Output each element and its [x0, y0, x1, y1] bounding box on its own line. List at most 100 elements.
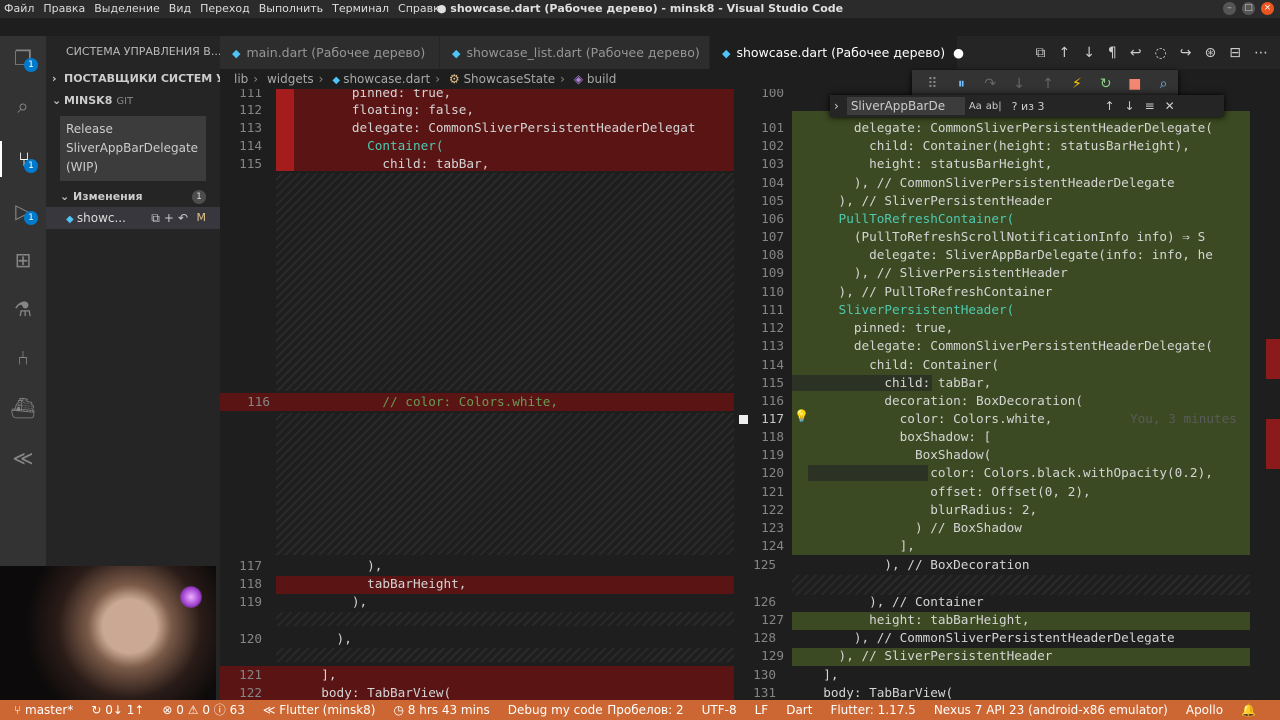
line-number: 109 [761, 265, 784, 280]
debug-badge: 1 [24, 211, 38, 225]
purple-light [180, 586, 202, 608]
line-number: 121 [239, 667, 262, 682]
docker-icon[interactable]: ⛴ [0, 390, 46, 426]
chevron-right-icon[interactable]: › [834, 99, 839, 113]
unstage-icon[interactable]: ↪ [1180, 45, 1192, 61]
providers-section[interactable]: ›ПОСТАВЩИКИ СИСТЕМ УП... [46, 68, 220, 90]
whole-word-toggle[interactable]: ab| [986, 101, 1002, 112]
title-bar: Файл Правка Выделение Вид Переход Выполн… [0, 0, 1280, 18]
more-actions-icon[interactable]: ⋯ [1254, 45, 1268, 61]
breadcrumb-class[interactable]: ShowcaseState [463, 72, 555, 86]
flask-icon[interactable]: ⚗ [0, 291, 46, 327]
code-line: height: tabBarHeight, [808, 612, 1030, 627]
hot-reload-icon[interactable]: ⚡ [1062, 76, 1091, 92]
inspect-icon[interactable]: ⌕ [1149, 76, 1178, 92]
stage-change-icon[interactable]: ◌ [1155, 45, 1167, 61]
step-into-icon[interactable]: ↓ [1005, 76, 1034, 92]
tab-main-dart[interactable]: ◆ main.dart (Рабочее дерево) [220, 36, 440, 69]
lightbulb-icon[interactable]: 💡 [794, 409, 809, 423]
code-line: ), // CommonSliverPersistentHeaderDelega… [808, 630, 1175, 645]
notifications-icon[interactable]: 🔔 [1241, 700, 1256, 720]
repo-section[interactable]: ⌄ MINSK8 GIT [46, 90, 220, 112]
source-control-icon[interactable]: ⑂ 1 [0, 141, 46, 177]
device-selector[interactable]: Nexus 7 API 23 (android-x86 emulator) [934, 700, 1168, 720]
git-graph-icon[interactable]: ⑃ [0, 340, 46, 376]
step-out-icon[interactable]: ↑ [1034, 76, 1063, 92]
code-line: pinned: true, [808, 320, 954, 335]
diff-original-pane[interactable]: 111 pinned: true, 112 floating: false, 1… [220, 89, 734, 700]
commit-message-input[interactable]: Release SliverAppBarDelegate (WIP) [60, 116, 206, 181]
changed-file-row[interactable]: ◆ showc... ⧉+↶ M [46, 207, 220, 229]
search-icon[interactable]: ⌕ [0, 88, 46, 124]
minimize-button[interactable]: – [1223, 2, 1236, 15]
sync-indicator[interactable]: ↻ 0↓ 1↑ [91, 700, 144, 720]
tab-showcase-dart[interactable]: ◆ showcase.dart (Рабочее дерево) ● [710, 36, 964, 69]
window-controls: – □ × [1223, 2, 1274, 15]
previous-match-icon[interactable]: ↑ [1104, 99, 1114, 113]
breadcrumb-lib[interactable]: lib [234, 72, 248, 86]
open-file-icon[interactable]: ⧉ [1035, 45, 1045, 61]
restart-icon[interactable]: ↻ [1091, 76, 1120, 92]
apollo-indicator[interactable]: Apollo [1186, 700, 1223, 720]
revert-icon[interactable]: ↩ [1130, 45, 1142, 61]
code-line: boxShadow: [ [808, 429, 992, 444]
line-number: 113 [239, 120, 262, 135]
flutter-icon: ≪ [262, 703, 280, 717]
arrow-up-icon[interactable]: ↑ [1058, 45, 1070, 61]
arrow-down-icon[interactable]: ↓ [1083, 45, 1095, 61]
maximize-button[interactable]: □ [1242, 2, 1255, 15]
unsaved-dot-icon[interactable]: ● [953, 45, 964, 60]
code-line: ), // SliverPersistentHeader [808, 193, 1053, 208]
debug-my-code[interactable]: Debug my code [508, 700, 603, 720]
extensions-icon[interactable]: ⊞ [0, 242, 46, 278]
close-button[interactable]: × [1261, 2, 1274, 15]
line-number: 126 [753, 594, 776, 609]
line-number: 118 [239, 576, 262, 591]
time-tracker[interactable]: ◷ 8 hrs 43 mins [393, 700, 489, 720]
language-indicator[interactable]: Dart [786, 700, 812, 720]
breadcrumb-file[interactable]: showcase.dart [343, 72, 430, 86]
drag-handle-icon[interactable]: ⠿ [918, 76, 947, 92]
next-match-icon[interactable]: ↓ [1125, 99, 1135, 113]
explorer-icon[interactable]: ❐ 1 [0, 40, 46, 76]
eol-indicator[interactable]: LF [755, 700, 769, 720]
breadcrumb-widgets[interactable]: widgets [267, 72, 314, 86]
tab-showcase-list-dart[interactable]: ◆ showcase_list.dart (Рабочее дерево) [440, 36, 710, 69]
changes-group[interactable]: ⌄ Изменения 1 [46, 187, 220, 207]
indentation-indicator[interactable]: Пробелов: 2 [607, 700, 683, 720]
discard-icon[interactable]: ↶ [178, 211, 192, 225]
encoding-indicator[interactable]: UTF-8 [702, 700, 737, 720]
flutter-icon[interactable]: ≪ [0, 440, 46, 476]
open-file-icon[interactable]: ⧉ [151, 211, 164, 225]
code-line: ), // CommonSliverPersistentHeaderDelega… [808, 175, 1175, 190]
line-number: 101 [761, 120, 784, 135]
match-case-toggle[interactable]: Aa [969, 101, 982, 112]
stage-icon[interactable]: + [164, 211, 178, 225]
find-input[interactable]: SliverAppBarDe [846, 97, 965, 115]
line-number: 115 [761, 375, 784, 390]
diff-modified-pane[interactable]: 100 101 delegate: CommonSliverPersistent… [734, 89, 1280, 700]
git-lens-icon[interactable]: ⊛ [1205, 45, 1217, 61]
code-line: blurRadius: 2, [808, 502, 1038, 517]
code-line: height: statusBarHeight, [808, 156, 1053, 171]
stop-icon[interactable]: ■ [1120, 76, 1149, 92]
step-over-icon[interactable]: ↷ [976, 76, 1005, 92]
code-line: color: Colors.white, [808, 411, 1053, 426]
pilcrow-icon[interactable]: ¶ [1108, 45, 1117, 61]
split-editor-icon[interactable]: ⊟ [1229, 45, 1241, 61]
pause-icon[interactable]: ⏸ [947, 76, 976, 92]
code-line: tabBarHeight, [306, 576, 467, 591]
debug-icon[interactable]: ▷ 1 [0, 193, 46, 229]
overview-ruler[interactable] [1266, 89, 1280, 700]
status-bar: ⑂ master* ↻ 0↓ 1↑ ⊗ 0 ⚠ 0 ⓘ 63 ≪ Flutter… [0, 700, 1280, 720]
flutter-indicator[interactable]: ≪ Flutter (minsk8) [263, 700, 376, 720]
close-icon[interactable]: ✕ [1165, 99, 1175, 113]
sync-icon: ↻ [91, 703, 106, 717]
breadcrumb-method[interactable]: build [587, 72, 617, 86]
find-in-selection-icon[interactable]: ≡ [1145, 99, 1155, 113]
code-line: delegate: CommonSliverPersistentHeaderDe… [306, 120, 696, 135]
class-icon: ⚙ [448, 72, 464, 86]
branch-indicator[interactable]: ⑂ master* [14, 700, 73, 720]
problems-indicator[interactable]: ⊗ 0 ⚠ 0 ⓘ 63 [162, 700, 244, 720]
flutter-version[interactable]: Flutter: 1.17.5 [830, 700, 915, 720]
